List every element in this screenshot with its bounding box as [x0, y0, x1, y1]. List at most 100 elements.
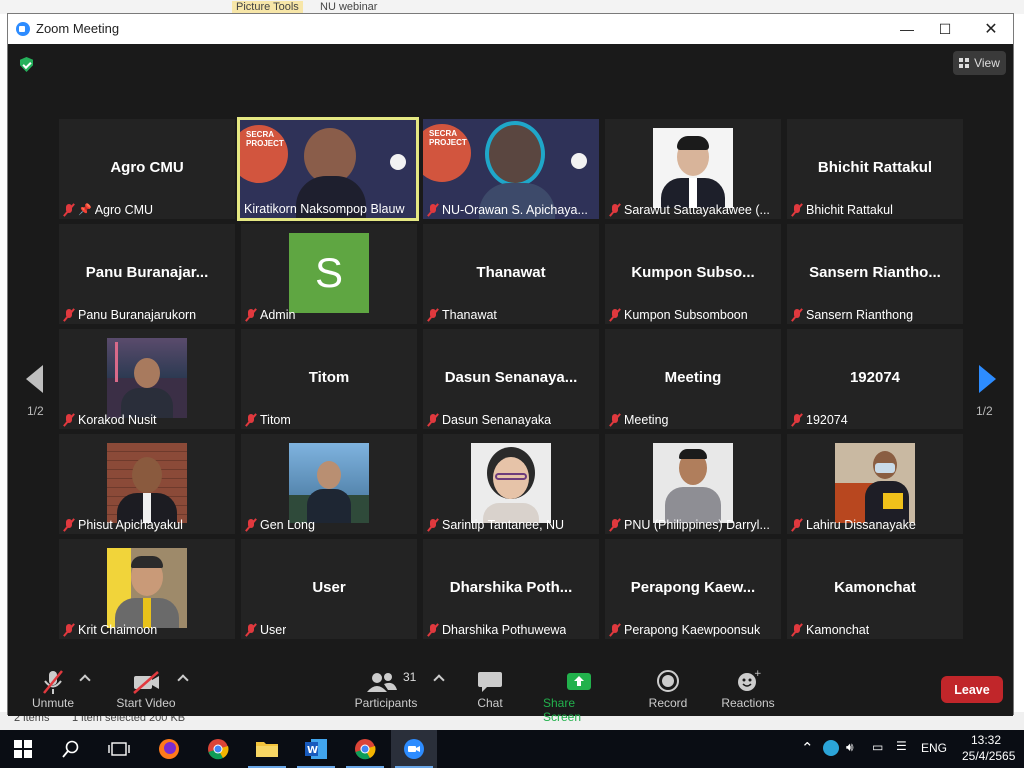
participant-name: Thanawat — [442, 307, 497, 322]
maximize-button[interactable]: ☐ — [922, 14, 968, 44]
zoom-app-icon[interactable] — [391, 730, 437, 768]
previous-page-arrow-icon[interactable] — [26, 365, 43, 393]
language-indicator[interactable]: ENG — [921, 741, 947, 755]
participant-tile[interactable]: Phisut Apichayakul — [59, 434, 235, 534]
next-page-arrow-icon[interactable] — [979, 365, 996, 393]
participants-options-chevron-icon[interactable] — [433, 674, 445, 686]
participant-tile[interactable]: Kamonchat Kamonchat — [787, 539, 963, 639]
participant-tile[interactable]: Sarintip Tantanee, NU — [423, 434, 599, 534]
participant-name: NU-Orawan S. Apichaya... — [442, 202, 588, 217]
participant-tile[interactable]: Dasun Senanaya... Dasun Senanayaka — [423, 329, 599, 429]
participant-name: Dasun Senanayaka — [442, 412, 552, 427]
participant-tile[interactable]: Perapong Kaew... Perapong Kaewpoonsuk — [605, 539, 781, 639]
mic-muted-icon — [791, 308, 803, 322]
participant-label: Krit Chaimoon — [63, 621, 157, 638]
close-button[interactable]: ✕ — [968, 14, 1014, 44]
mic-muted-icon — [245, 308, 257, 322]
participant-label: Bhichit Rattakul — [791, 201, 893, 218]
meeting-toolbar: Unmute Start Video 31 Participants Chat — [8, 664, 1013, 724]
file-explorer-icon[interactable] — [244, 730, 290, 768]
participant-label: NU-Orawan S. Apichaya... — [427, 201, 588, 218]
window-titlebar: Zoom Meeting — ☐ ✕ — [8, 14, 1013, 44]
participant-tile[interactable]: Gen Long — [241, 434, 417, 534]
firefox-icon[interactable] — [146, 730, 192, 768]
chrome-icon[interactable] — [195, 730, 241, 768]
pin-icon: 📌 — [78, 204, 92, 216]
participant-center-name: Bhichit Rattakul — [817, 159, 933, 176]
participant-label: Phisut Apichayakul — [63, 516, 183, 533]
participant-name: Admin — [260, 307, 296, 322]
participant-name: Kamonchat — [806, 622, 870, 637]
video-options-chevron-icon[interactable] — [177, 674, 189, 686]
participant-tile[interactable]: Panu Buranajar... Panu Buranajarukorn — [59, 224, 235, 324]
participant-tile[interactable]: Bhichit Rattakul Bhichit Rattakul — [787, 119, 963, 219]
clock-time[interactable]: 13:32 — [971, 733, 1001, 747]
mic-muted-icon — [609, 308, 621, 322]
mic-muted-icon — [427, 413, 439, 427]
participant-tile[interactable]: Korakod Nusit — [59, 329, 235, 429]
participant-label: Dharshika Pothuwewa — [427, 621, 566, 638]
participant-tile[interactable]: Lahiru Dissanayake — [787, 434, 963, 534]
participant-label: Sarawut Sattayakawee (... — [609, 201, 770, 218]
participant-center-name: Perapong Kaew... — [630, 579, 756, 596]
participant-tile[interactable]: Sarawut Sattayakawee (... — [605, 119, 781, 219]
participant-tile[interactable]: 192074 192074 — [787, 329, 963, 429]
participant-tile[interactable]: SECRA PROJECT NU-Orawan S. Apichaya... — [423, 119, 599, 219]
page-indicator-left: 1/2 — [27, 404, 44, 418]
search-icon[interactable] — [48, 730, 94, 768]
participant-tile[interactable]: Krit Chaimoon — [59, 539, 235, 639]
volume-icon[interactable]: 🔊︎ — [846, 740, 854, 755]
word-icon[interactable]: W — [293, 730, 339, 768]
participant-name: Sarintip Tantanee, NU — [442, 517, 565, 532]
encryption-shield-icon[interactable] — [20, 57, 33, 72]
mic-muted-icon — [427, 203, 439, 217]
reactions-button[interactable]: + Reactions — [720, 664, 776, 710]
share-screen-button[interactable]: Share Screen — [543, 664, 615, 724]
audio-options-chevron-icon[interactable] — [79, 674, 91, 686]
mic-muted-icon — [427, 623, 439, 637]
participant-tile[interactable]: PNU (Philippines) Darryl... — [605, 434, 781, 534]
participant-tile[interactable]: User User — [241, 539, 417, 639]
participant-tile[interactable]: Meeting Meeting — [605, 329, 781, 429]
participant-label: User — [245, 621, 286, 638]
unmute-label: Unmute — [31, 696, 75, 710]
start-video-label: Start Video — [116, 696, 176, 710]
participant-photo — [107, 443, 187, 523]
record-button[interactable]: Record — [647, 664, 689, 710]
participant-tile[interactable]: S Admin — [241, 224, 417, 324]
mic-muted-icon — [427, 518, 439, 532]
unmute-button[interactable]: Unmute — [30, 664, 76, 710]
tray-app-icon[interactable] — [823, 740, 839, 756]
clock-date[interactable]: 25/4/2565 — [962, 749, 1015, 763]
participant-name: Kumpon Subsomboon — [624, 307, 748, 322]
view-button[interactable]: View — [953, 51, 1006, 75]
participant-label: Gen Long — [245, 516, 315, 533]
start-video-button[interactable]: Start Video — [114, 664, 178, 710]
reactions-emoji-icon: + — [731, 668, 765, 696]
participant-tile[interactable]: Thanawat Thanawat — [423, 224, 599, 324]
participant-name: Gen Long — [260, 517, 315, 532]
notification-icon[interactable]: ☰ — [896, 739, 907, 753]
participant-label: 📌 Agro CMU — [63, 201, 153, 218]
participant-tile[interactable]: Agro CMU 📌 Agro CMU — [59, 119, 235, 219]
participant-tile[interactable]: Sansern Riantho... Sansern Rianthong — [787, 224, 963, 324]
participant-tile[interactable]: Kumpon Subso... Kumpon Subsomboon — [605, 224, 781, 324]
mic-muted-icon — [609, 518, 621, 532]
chrome-icon-2[interactable] — [342, 730, 388, 768]
participant-center-name: Agro CMU — [110, 159, 184, 176]
mic-muted-icon — [791, 413, 803, 427]
leave-button[interactable]: Leave — [941, 676, 1003, 703]
chat-button[interactable]: Chat — [474, 664, 506, 710]
participant-label: Sarintip Tantanee, NU — [427, 516, 564, 533]
task-view-icon[interactable] — [96, 730, 142, 768]
video-camera-off-icon — [129, 668, 163, 696]
participant-tile-active-speaker[interactable]: SECRA PROJECT Kiratikorn Naksompop Blauw — [237, 117, 419, 221]
participant-tile[interactable]: Dharshika Poth... Dharshika Pothuwewa — [423, 539, 599, 639]
tray-expand-chevron-icon[interactable]: ⌃ — [801, 739, 814, 757]
participant-tile[interactable]: Titom Titom — [241, 329, 417, 429]
network-icon[interactable]: ▭ — [872, 740, 883, 754]
participant-name: Dharshika Pothuwewa — [442, 622, 567, 637]
participant-photo — [653, 443, 733, 523]
windows-start-icon[interactable] — [0, 730, 46, 768]
participants-button[interactable]: 31 Participants — [353, 664, 419, 710]
